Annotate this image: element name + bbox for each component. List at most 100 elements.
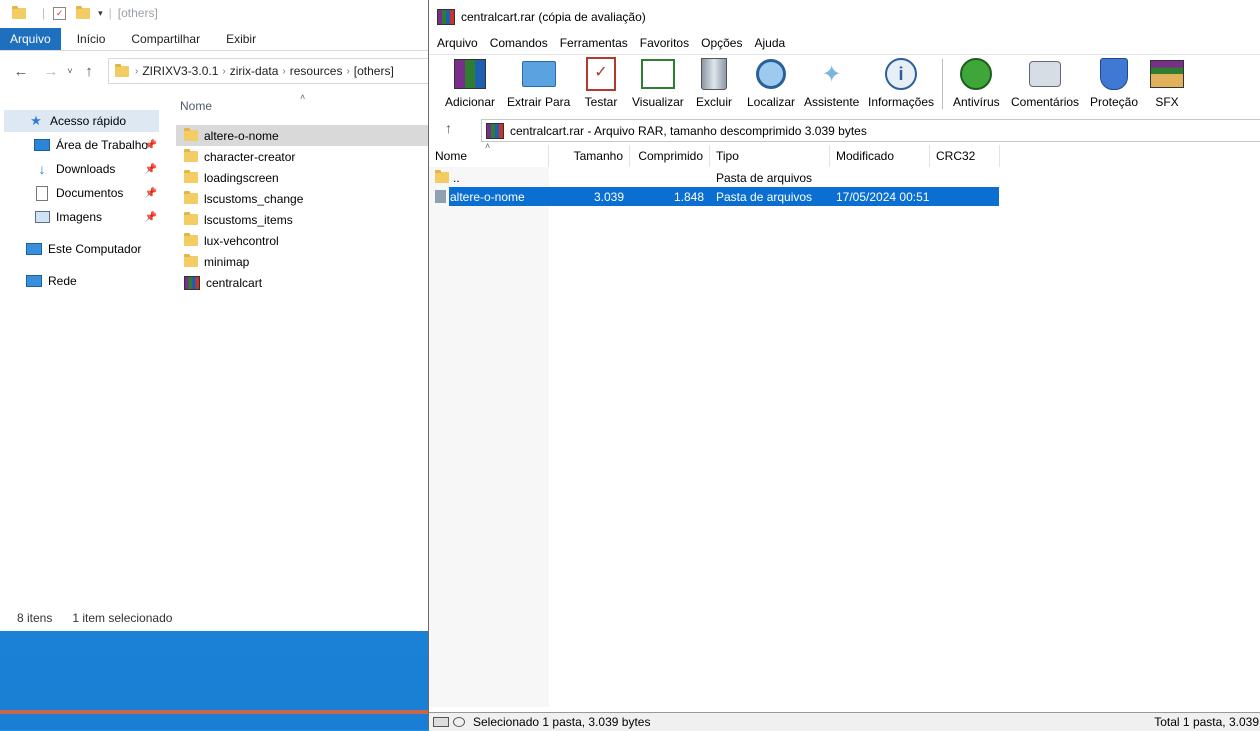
toolbar-separator xyxy=(942,59,943,109)
column-label: Nome xyxy=(180,99,213,113)
view-button[interactable]: Visualizar xyxy=(632,57,684,111)
button-label: Comentários xyxy=(1011,95,1080,109)
menu-ajuda[interactable]: Ajuda xyxy=(754,36,785,50)
menu-ferramentas[interactable]: Ferramentas xyxy=(560,36,628,50)
navigation-pane: ★ Acesso rápido Área de Trabalho 📌 ↓ Dow… xyxy=(0,100,170,600)
protection-button[interactable]: Proteção xyxy=(1090,57,1138,111)
button-label: Extrair Para xyxy=(507,95,571,109)
list-item[interactable]: minimap xyxy=(176,251,428,272)
window-title: [others] xyxy=(117,6,158,20)
test-button[interactable]: ✓ Testar xyxy=(584,57,618,111)
list-item[interactable]: lscustoms_items xyxy=(176,209,428,230)
document-icon xyxy=(34,185,50,201)
up-arrow-icon[interactable]: ↑ xyxy=(78,60,100,82)
winrar-status-bar: Selecionado 1 pasta, 3.039 bytes Total 1… xyxy=(429,712,1260,731)
nav-downloads[interactable]: ↓ Downloads 📌 xyxy=(4,158,159,180)
tab-compartilhar[interactable]: Compartilhar xyxy=(121,28,210,50)
new-folder-icon[interactable] xyxy=(76,5,91,19)
list-item[interactable]: centralcart xyxy=(176,272,428,293)
row-modified: 17/05/2024 00:51 xyxy=(836,189,930,204)
comments-button[interactable]: Comentários xyxy=(1011,57,1079,111)
row-name: altere-o-nome xyxy=(429,187,549,206)
nav-documents[interactable]: Documentos 📌 xyxy=(4,182,159,204)
name-column-background xyxy=(429,167,549,707)
chevron-right-icon: › xyxy=(135,65,139,77)
column-header-crc32[interactable]: CRC32 xyxy=(930,145,1000,167)
recent-locations-chevron-icon[interactable]: ˅ xyxy=(64,60,76,82)
column-header-name[interactable]: Nome ˄ xyxy=(429,141,549,167)
selection-status: Selecionado 1 pasta, 3.039 bytes xyxy=(473,715,651,729)
window-title: centralcart.rar (cópia de avaliação) xyxy=(461,10,646,24)
shield-icon xyxy=(1097,57,1131,91)
sfx-button[interactable]: SFX xyxy=(1150,57,1184,111)
chevron-right-icon: › xyxy=(222,65,226,77)
tab-inicio[interactable]: Início xyxy=(67,28,116,50)
nav-label: Downloads xyxy=(56,162,116,176)
item-name: centralcart xyxy=(206,275,263,290)
key-icon xyxy=(453,717,465,727)
delete-button[interactable]: Excluir xyxy=(696,57,732,111)
pin-icon: 📌 xyxy=(144,163,157,175)
info-button[interactable]: i Informações xyxy=(868,57,934,111)
bug-icon xyxy=(959,57,993,91)
nav-desktop[interactable]: Área de Trabalho 📌 xyxy=(4,134,159,156)
tab-arquivo[interactable]: Arquivo xyxy=(0,28,61,50)
list-item[interactable]: lux-vehcontrol xyxy=(176,230,428,251)
up-arrow-icon[interactable]: ↑ xyxy=(445,120,452,136)
selection-count: 1 item selecionado xyxy=(72,611,173,625)
trash-icon xyxy=(697,57,731,91)
item-name: lscustoms_change xyxy=(204,191,304,206)
item-name: loadingscreen xyxy=(204,170,279,185)
folder-icon[interactable] xyxy=(12,5,26,19)
nav-pictures[interactable]: Imagens 📌 xyxy=(4,206,159,228)
parent-folder-icon xyxy=(435,170,449,183)
nav-this-pc[interactable]: Este Computador xyxy=(4,238,159,260)
table-row[interactable]: altere-o-nome 3.039 1.848 Pasta de arqui… xyxy=(429,187,1260,206)
forward-arrow-icon[interactable]: → xyxy=(40,60,62,82)
list-item[interactable]: altere-o-nome xyxy=(176,125,428,146)
antivirus-button[interactable]: Antivírus xyxy=(953,57,1000,111)
archive-path-bar[interactable]: centralcart.rar - Arquivo RAR, tamanho d… xyxy=(481,119,1260,142)
breadcrumb-item[interactable]: zirix-data xyxy=(230,64,279,78)
row-name-text: .. xyxy=(453,170,460,185)
column-header-packed[interactable]: Comprimido xyxy=(630,145,710,167)
comment-icon xyxy=(1028,57,1062,91)
back-arrow-icon[interactable]: ← xyxy=(10,60,32,82)
tab-exibir[interactable]: Exibir xyxy=(216,28,266,50)
row-type: Pasta de arquivos xyxy=(716,189,813,204)
pin-icon: 📌 xyxy=(144,211,157,223)
info-icon: i xyxy=(884,57,918,91)
breadcrumb-item[interactable]: ZIRIXV3-3.0.1 xyxy=(142,64,218,78)
wizard-button[interactable]: ✦ Assistente xyxy=(804,57,859,111)
winrar-window: centralcart.rar (cópia de avaliação) Arq… xyxy=(428,0,1260,731)
breadcrumb-item[interactable]: [others] xyxy=(354,64,394,78)
item-name: lux-vehcontrol xyxy=(204,233,279,248)
column-header-modified[interactable]: Modificado xyxy=(830,145,930,167)
list-item[interactable]: lscustoms_change xyxy=(176,188,428,209)
column-label: Nome xyxy=(435,149,468,163)
extract-to-button[interactable]: Extrair Para xyxy=(507,57,570,111)
find-button[interactable]: Localizar xyxy=(747,57,795,111)
add-button[interactable]: Adicionar xyxy=(445,57,495,111)
magic-wand-icon: ✦ xyxy=(821,60,842,88)
menu-favoritos[interactable]: Favoritos xyxy=(640,36,689,50)
column-header-size[interactable]: Tamanho xyxy=(549,145,630,167)
table-row[interactable]: .. Pasta de arquivos xyxy=(429,168,1260,187)
row-packed: 1.848 xyxy=(673,189,704,204)
list-item[interactable]: loadingscreen xyxy=(176,167,428,188)
test-clipboard-icon: ✓ xyxy=(584,57,618,91)
total-status: Total 1 pasta, 3.039 xyxy=(1154,715,1259,729)
file-list: Nome ˄ altere-o-nome character-creator l… xyxy=(176,92,428,293)
address-bar[interactable]: › ZIRIXV3-3.0.1 › zirix-data › resources… xyxy=(108,58,430,84)
column-header-type[interactable]: Tipo xyxy=(710,145,830,167)
customize-qat-chevron-icon[interactable]: ▾ xyxy=(98,8,103,19)
column-header-name[interactable]: Nome ˄ xyxy=(176,92,428,118)
nav-quick-access[interactable]: ★ Acesso rápido xyxy=(4,110,159,132)
properties-check-icon[interactable]: ✓ xyxy=(53,6,67,20)
menu-opcoes[interactable]: Opções xyxy=(701,36,742,50)
nav-network[interactable]: Rede xyxy=(4,270,159,292)
list-item[interactable]: character-creator xyxy=(176,146,428,167)
menu-arquivo[interactable]: Arquivo xyxy=(437,36,478,50)
menu-comandos[interactable]: Comandos xyxy=(490,36,548,50)
breadcrumb-item[interactable]: resources xyxy=(290,64,343,78)
